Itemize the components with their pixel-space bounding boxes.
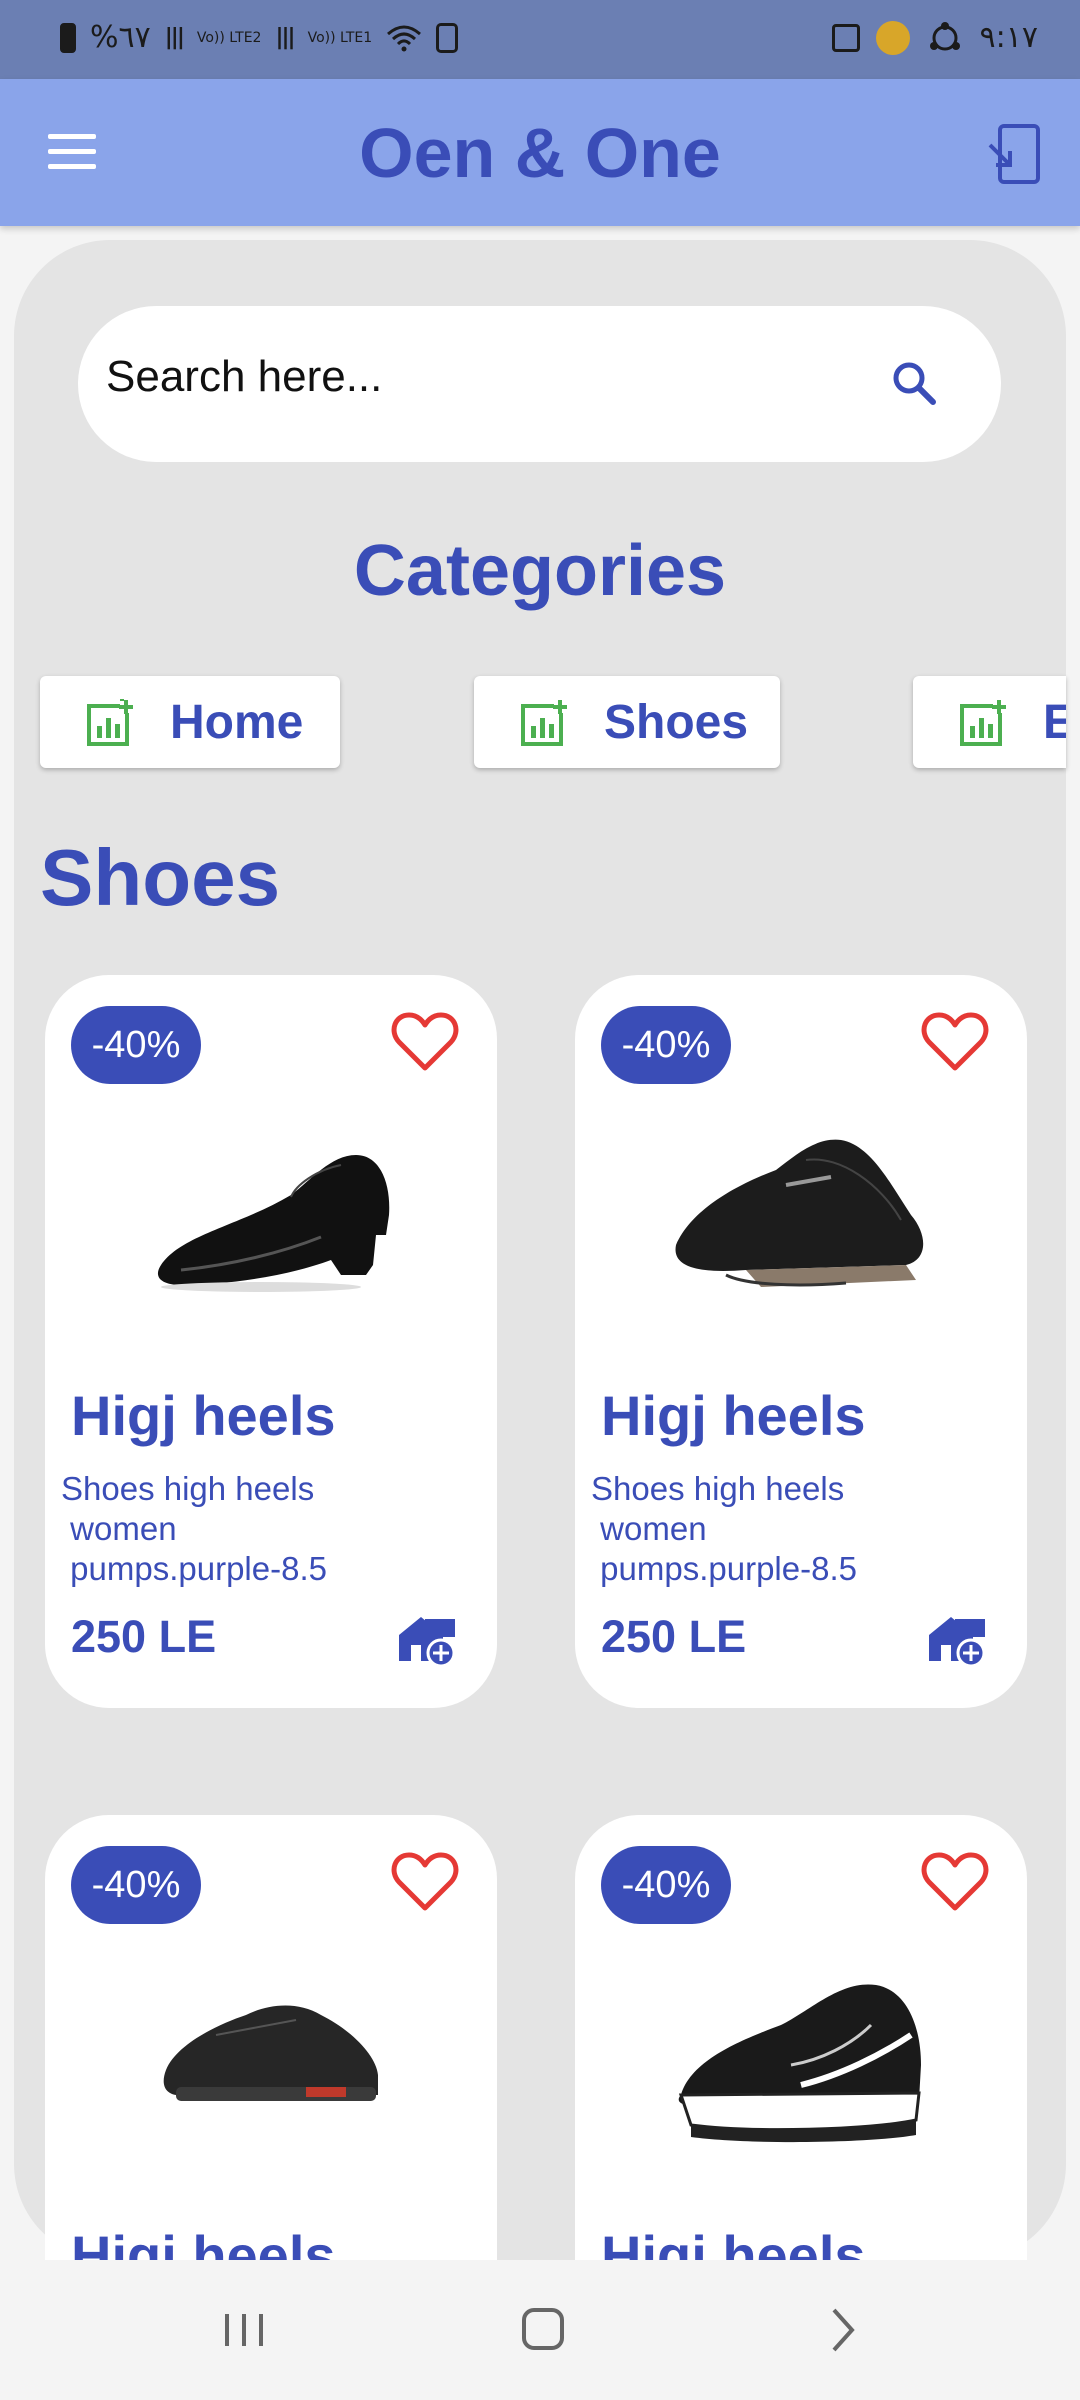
add-chart-icon <box>521 700 567 746</box>
favorite-heart-icon[interactable] <box>391 1011 459 1073</box>
product-image <box>675 1139 924 1287</box>
home-icon[interactable] <box>444 2260 644 2400</box>
discount-badge: -40% <box>71 1846 201 1924</box>
category-label: E <box>1043 695 1066 749</box>
category-label: Shoes <box>604 695 749 749</box>
search-bar[interactable] <box>78 306 1001 462</box>
product-name: Higj heels <box>601 2224 866 2260</box>
sim-icon <box>436 22 459 53</box>
product-card[interactable]: -40% Higj heels <box>575 1815 1027 2260</box>
status-left: %٦٧ ||| Vo)) LTE2 ||| Vo)) LTE1 <box>60 20 459 55</box>
add-chart-icon <box>960 700 1006 746</box>
status-bar: %٦٧ ||| Vo)) LTE2 ||| Vo)) LTE1 ٩:١٧ <box>0 0 1080 79</box>
categories-title: Categories <box>353 531 727 611</box>
battery-level: %٦٧ <box>90 20 151 55</box>
section-title: Shoes <box>40 833 281 922</box>
favorite-heart-icon[interactable] <box>921 1851 989 1913</box>
category-chip-home[interactable]: Home <box>40 676 340 768</box>
product-card[interactable]: -40% Higj heels Shoes high heels women p… <box>575 975 1027 1708</box>
product-card[interactable]: -40% Higj heels <box>45 1815 497 2260</box>
favorite-heart-icon[interactable] <box>921 1011 989 1073</box>
product-description: Shoes high heels women pumps.purple-8.5 <box>61 1470 327 1587</box>
wifi-icon <box>387 25 422 51</box>
volte-lte1-label: Vo)) LTE1 <box>307 29 373 46</box>
add-chart-icon <box>87 699 133 746</box>
discount-badge: -40% <box>601 1006 731 1084</box>
app-bar: Oen & One <box>0 79 1080 226</box>
clock: ٩:١٧ <box>979 20 1038 55</box>
product-name: Higj heels <box>71 2224 336 2260</box>
discount-badge: -40% <box>601 1846 731 1924</box>
product-image <box>157 1155 390 1292</box>
volte-lte2-label: Vo)) LTE2 <box>196 29 262 46</box>
product-price: 250 LE <box>601 1611 747 1662</box>
sync-icon <box>929 21 960 50</box>
category-label: Home <box>170 695 304 749</box>
search-input[interactable] <box>104 351 868 403</box>
discount-badge: -40% <box>71 1006 201 1084</box>
back-icon[interactable] <box>744 2260 944 2400</box>
product-image <box>678 1984 921 2143</box>
product-name: Higj heels <box>601 1384 866 1447</box>
signal-icon-2: ||| <box>275 25 295 50</box>
product-card[interactable]: -40% Higj heels Shoes high heels women p… <box>45 975 497 1708</box>
search-icon[interactable] <box>889 358 939 408</box>
favorite-heart-icon[interactable] <box>391 1851 459 1913</box>
notification-app-icon <box>875 20 910 55</box>
system-navigation-bar <box>0 2260 1080 2400</box>
product-name: Higj heels <box>71 1384 336 1447</box>
recent-apps-icon[interactable] <box>144 2260 344 2400</box>
add-to-cart-icon[interactable] <box>395 1609 459 1667</box>
login-icon[interactable] <box>986 123 1042 185</box>
product-image <box>163 2005 378 2101</box>
signal-icon: ||| <box>164 25 185 50</box>
gallery-icon <box>831 23 860 52</box>
battery-icon <box>60 22 76 53</box>
category-chip-shoes[interactable]: Shoes <box>474 676 780 768</box>
product-description: Shoes high heels women pumps.purple-8.5 <box>591 1470 857 1587</box>
category-chip-partial[interactable]: E <box>913 676 1066 768</box>
add-to-cart-icon[interactable] <box>925 1609 989 1667</box>
status-right: ٩:١٧ <box>831 20 1038 55</box>
product-price: 250 LE <box>71 1611 217 1662</box>
app-title: Oen & One <box>359 114 721 192</box>
